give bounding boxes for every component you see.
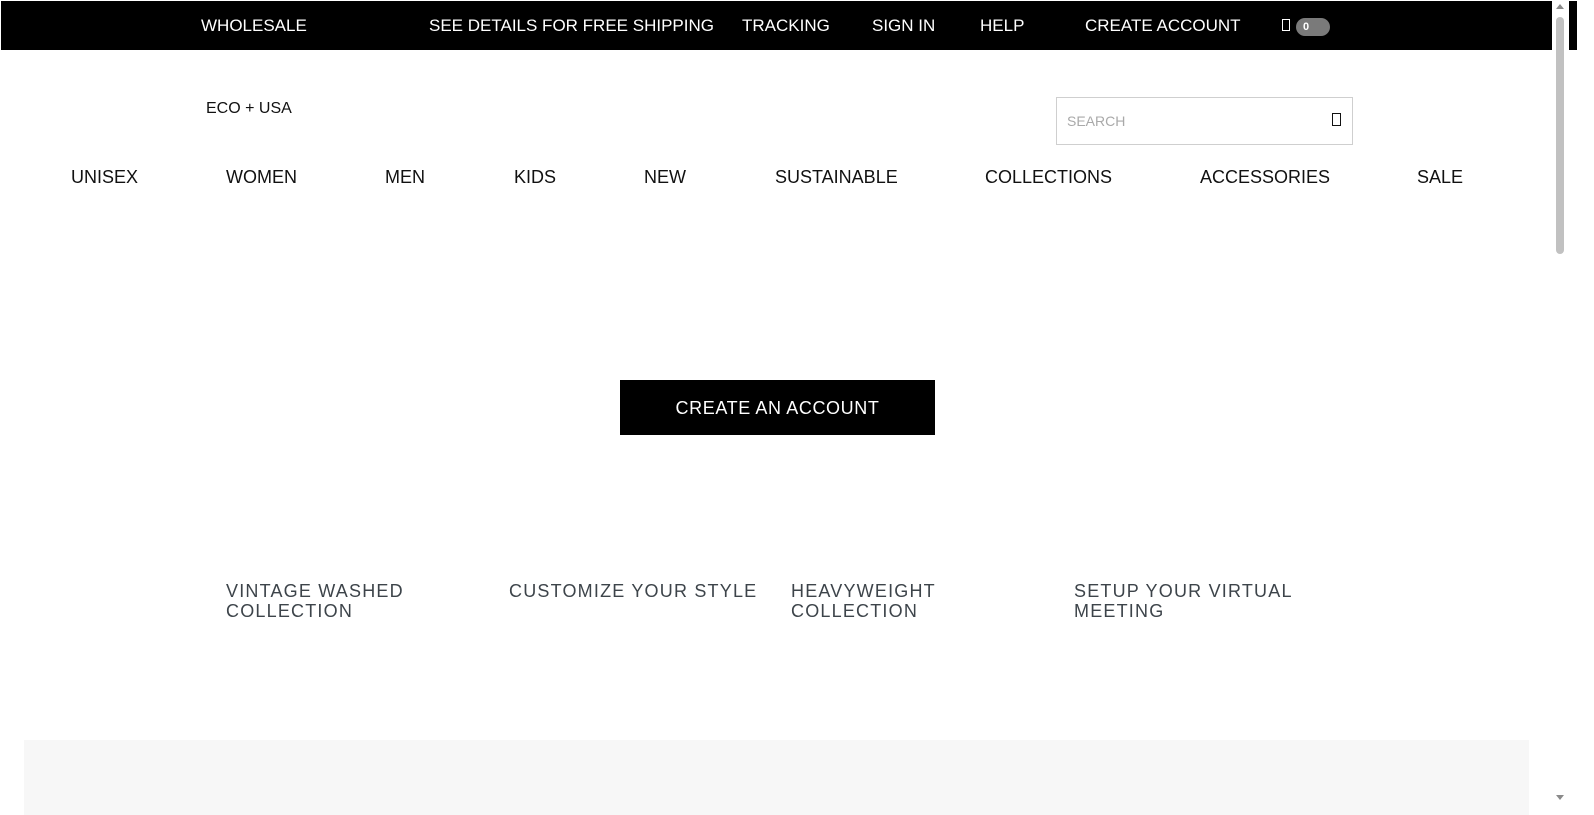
promo-heavyweight[interactable]: HEAVYWEIGHT COLLECTION — [791, 581, 1041, 621]
vertical-scrollbar[interactable] — [1552, 0, 1569, 815]
sign-in-link[interactable]: SIGN IN — [872, 16, 935, 36]
help-link[interactable]: HELP — [980, 16, 1024, 36]
create-account-link[interactable]: CREATE ACCOUNT — [1085, 16, 1241, 36]
scroll-up-arrow-icon[interactable] — [1556, 4, 1564, 9]
nav-item-unisex[interactable]: UNISEX — [71, 166, 138, 188]
search-box — [1056, 97, 1353, 145]
scrollbar-thumb[interactable] — [1556, 17, 1564, 254]
tracking-link[interactable]: TRACKING — [742, 16, 830, 36]
nav-item-accessories[interactable]: ACCESSORIES — [1200, 166, 1330, 188]
promo-customize-style[interactable]: CUSTOMIZE YOUR STYLE — [509, 581, 759, 601]
nav-item-collections[interactable]: COLLECTIONS — [985, 166, 1112, 188]
nav-item-kids[interactable]: KIDS — [514, 166, 556, 188]
page: WHOLESALE SEE DETAILS FOR FREE SHIPPING … — [0, 0, 1594, 815]
nav-item-new[interactable]: NEW — [644, 166, 686, 188]
brand-logo[interactable]: ECO + USA — [206, 100, 292, 118]
scroll-down-arrow-icon[interactable] — [1556, 795, 1564, 800]
search-input[interactable] — [1058, 99, 1313, 143]
create-an-account-button[interactable]: CREATE AN ACCOUNT — [620, 380, 935, 435]
shopping-bag-icon — [1282, 19, 1290, 31]
free-shipping-link[interactable]: SEE DETAILS FOR FREE SHIPPING — [429, 16, 714, 36]
nav-item-women[interactable]: WOMEN — [226, 166, 297, 188]
promo-virtual-meeting[interactable]: SETUP YOUR VIRTUAL MEETING — [1074, 581, 1324, 621]
bottom-section — [24, 740, 1529, 815]
nav-item-sustainable[interactable]: SUSTAINABLE — [775, 166, 898, 188]
cart-count-badge: 0 — [1296, 18, 1330, 36]
nav-item-men[interactable]: MEN — [385, 166, 425, 188]
top-utility-bar: WHOLESALE SEE DETAILS FOR FREE SHIPPING … — [1, 1, 1577, 50]
search-icon[interactable] — [1332, 113, 1341, 126]
wholesale-link[interactable]: WHOLESALE — [201, 16, 307, 36]
nav-item-sale[interactable]: SALE — [1417, 166, 1463, 188]
promo-vintage-washed[interactable]: VINTAGE WASHED COLLECTION — [226, 581, 476, 621]
